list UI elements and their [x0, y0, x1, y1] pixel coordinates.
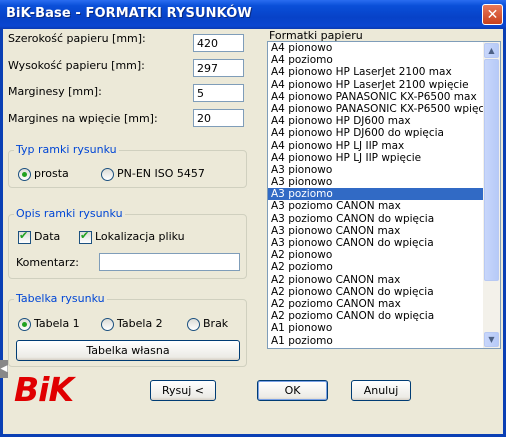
scroll-thumb[interactable]: [484, 59, 499, 281]
paper-width-input[interactable]: [193, 34, 244, 52]
cancel-button[interactable]: Anuluj: [351, 380, 411, 401]
list-item[interactable]: A4 pionowo HP DJ600 do wpięcia: [268, 127, 483, 139]
bik-logo: BiK: [14, 370, 74, 409]
list-item[interactable]: A3 pionowo: [268, 164, 483, 176]
left-arrow-icon[interactable]: ◀: [0, 360, 8, 378]
list-item[interactable]: A4 pionowo PANASONIC KX-P6500 wpięcie: [268, 103, 494, 115]
list-item[interactable]: A1 poziomo: [268, 335, 483, 347]
list-item[interactable]: A2 poziomo CANON do wpięcia: [268, 310, 483, 322]
list-item[interactable]: A2 pionowo: [268, 249, 483, 261]
checkbox-data[interactable]: [18, 229, 31, 244]
list-item[interactable]: A2 poziomo CANON max: [268, 298, 483, 310]
radio-brak[interactable]: [187, 318, 200, 331]
list-item[interactable]: A3 pionowo: [268, 176, 483, 188]
checkbox-file-location-label: Lokalizacja pliku: [95, 230, 185, 243]
frame-type-group: Typ ramki rysunku prosta PN-EN ISO 5457: [8, 143, 247, 188]
list-item[interactable]: A4 pionowo HP LaserJet 2100 wpięcie: [268, 79, 483, 91]
comment-label: Komentarz:: [16, 256, 79, 269]
radio-pn-en-iso-label: PN-EN ISO 5457: [117, 167, 205, 180]
list-item[interactable]: A4 pionowo PANASONIC KX-P6500 max: [268, 91, 483, 103]
radio-pn-en-iso[interactable]: [101, 168, 114, 181]
radio-tabela-2-label: Tabela 2: [117, 317, 163, 330]
list-item[interactable]: A3 pionowo CANON do wpięcia: [268, 237, 483, 249]
close-button[interactable]: ✕: [482, 4, 503, 25]
title-block-group: Tabelka rysunku Tabela 1 Tabela 2 Brak T…: [8, 292, 247, 367]
radio-tabela-2[interactable]: [101, 318, 114, 331]
list-item[interactable]: A4 pionowo HP DJ600 max: [268, 115, 483, 127]
frame-desc-title: Opis ramki rysunku: [14, 207, 125, 220]
frame-type-title: Typ ramki rysunku: [14, 143, 119, 156]
radio-prosta-label: prosta: [34, 167, 69, 180]
radio-prosta[interactable]: [18, 168, 31, 181]
scroll-down-button[interactable]: ▼: [484, 332, 499, 347]
dialog-client-area: Szerokość papieru [mm]: Wysokość papieru…: [3, 29, 503, 434]
checkbox-data-label: Data: [34, 230, 61, 243]
radio-tabela-1[interactable]: [18, 318, 31, 331]
list-item[interactable]: A4 pionowo: [268, 42, 483, 54]
checkbox-file-location[interactable]: [79, 229, 92, 244]
comment-input[interactable]: [99, 253, 240, 271]
paper-height-input[interactable]: [193, 59, 244, 77]
binding-margin-input[interactable]: [193, 109, 244, 127]
list-item[interactable]: A2 poziomo: [268, 261, 483, 273]
custom-table-button[interactable]: Tabelka własna: [16, 340, 240, 361]
list-item[interactable]: A4 pionowo HP LaserJet 2100 max: [268, 66, 483, 78]
formats-list-items: A4 pionowo A4 poziomo A4 pionowo HP LaserJ…: [268, 42, 494, 347]
margins-label: Marginesy [mm]:: [8, 85, 102, 98]
margins-input[interactable]: [193, 84, 244, 102]
draw-button[interactable]: Rysuj <: [150, 380, 216, 401]
formats-scrollbar[interactable]: ▲ ▼: [483, 42, 500, 348]
formats-listbox[interactable]: A4 pionowo A4 poziomo A4 pionowo HP LaserJ…: [267, 41, 501, 349]
binding-margin-label: Margines na wpięcie [mm]:: [8, 112, 158, 125]
list-item[interactable]: A2 pionowo CANON max: [268, 274, 483, 286]
list-item[interactable]: A3 poziomo CANON max: [268, 200, 483, 212]
radio-tabela-1-label: Tabela 1: [34, 317, 80, 330]
list-item[interactable]: A1 pionowo: [268, 322, 483, 334]
scroll-up-button[interactable]: ▲: [484, 43, 499, 58]
list-item[interactable]: A3 poziomo: [268, 188, 483, 201]
frame-desc-group: Opis ramki rysunku Data Lokalizacja plik…: [8, 207, 247, 279]
list-item[interactable]: A4 pionowo HP LJ IIP wpięcie: [268, 152, 483, 164]
list-item[interactable]: A3 poziomo CANON do wpięcia: [268, 213, 483, 225]
dialog-window: BiK-Base - FORMATKI RYSUNKÓW ✕ Szerokość…: [0, 0, 506, 437]
paper-width-label: Szerokość papieru [mm]:: [8, 32, 146, 45]
list-item[interactable]: A3 pionowo CANON max: [268, 225, 483, 237]
ok-button[interactable]: OK: [257, 380, 328, 401]
list-item[interactable]: A4 poziomo: [268, 54, 483, 66]
window-title: BiK-Base - FORMATKI RYSUNKÓW: [6, 6, 252, 21]
title-block-title: Tabelka rysunku: [14, 292, 107, 305]
paper-height-label: Wysokość papieru [mm]:: [8, 59, 145, 72]
list-item[interactable]: A4 pionowo HP LJ IIP max: [268, 140, 483, 152]
title-bar[interactable]: BiK-Base - FORMATKI RYSUNKÓW ✕: [0, 0, 506, 29]
radio-brak-label: Brak: [203, 317, 229, 330]
list-item[interactable]: A2 pionowo CANON do wpięcia: [268, 286, 483, 298]
